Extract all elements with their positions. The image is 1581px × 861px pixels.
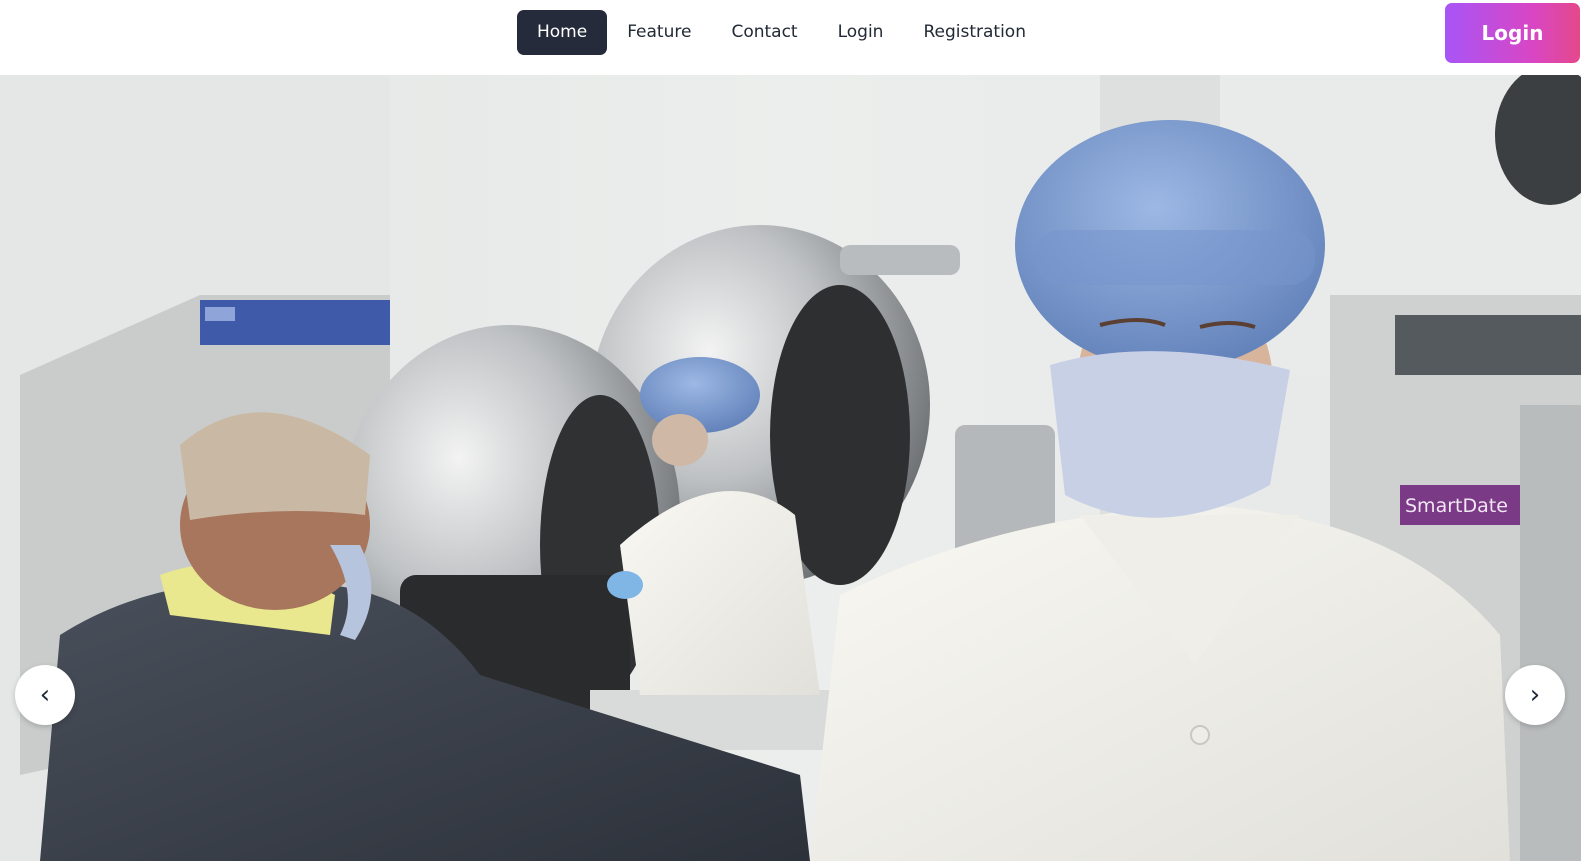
nav-item-feature[interactable]: Feature [607,10,711,55]
login-button[interactable]: Login [1445,3,1580,63]
top-navbar: Home Feature Contact Login Registration … [0,0,1581,75]
nav-links: Home Feature Contact Login Registration [517,10,1046,55]
carousel-prev-button[interactable]: ‹ [15,665,75,725]
hero-image: SmartDate [0,75,1581,861]
machine-label: SmartDate [1405,495,1508,517]
hero-carousel: SmartDate ‹ › [0,75,1581,861]
carousel-next-button[interactable]: › [1505,665,1565,725]
nav-item-home[interactable]: Home [517,10,608,55]
nav-item-contact[interactable]: Contact [711,10,817,55]
nav-item-registration[interactable]: Registration [903,10,1046,55]
nav-item-login[interactable]: Login [818,10,904,55]
